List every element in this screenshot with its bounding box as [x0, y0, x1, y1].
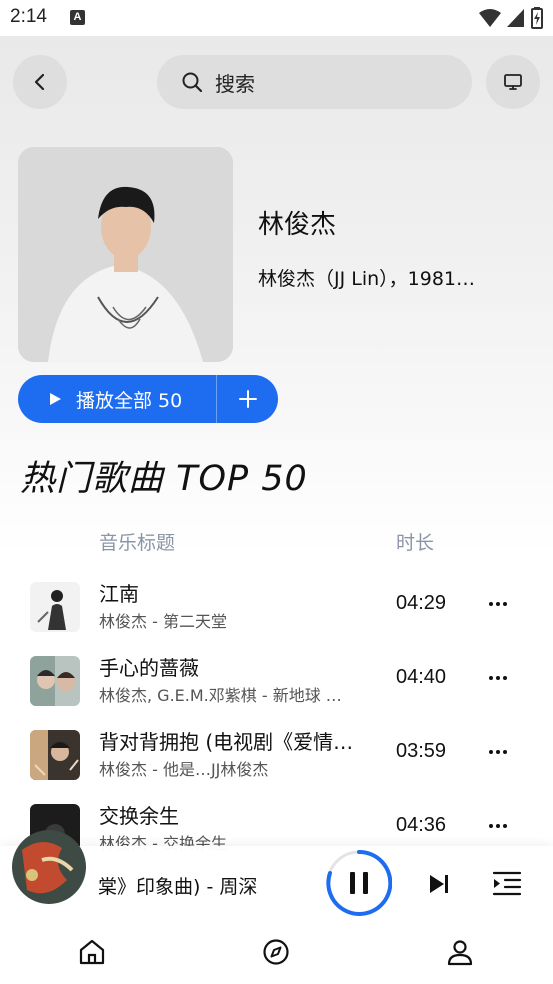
- playlist-icon: [492, 871, 522, 896]
- chevron-left-icon: [34, 73, 45, 91]
- more-icon: [489, 824, 507, 828]
- song-row[interactable]: 江南 林俊杰 - 第二天堂 04:29: [0, 572, 553, 644]
- status-icons: [479, 7, 543, 29]
- search-input[interactable]: 搜索: [157, 55, 472, 109]
- status-time: 2:14: [10, 6, 47, 27]
- song-title: 江南: [99, 582, 139, 606]
- queue-button[interactable]: [492, 869, 522, 899]
- song-title: 交换余生: [99, 804, 179, 828]
- notification-icon: A: [70, 10, 85, 25]
- pause-button[interactable]: [326, 849, 393, 916]
- more-button[interactable]: [484, 738, 512, 766]
- play-icon: [50, 393, 61, 405]
- pause-icon: [326, 849, 393, 916]
- compass-icon: [263, 939, 289, 965]
- song-subtitle: 林俊杰 - 第二天堂: [99, 612, 227, 631]
- more-icon: [489, 602, 507, 606]
- play-all-button[interactable]: 播放全部 50: [18, 375, 216, 423]
- song-duration: 03:59: [396, 740, 447, 762]
- nav-discover[interactable]: [262, 938, 292, 968]
- song-subtitle: 林俊杰 - 他是…JJ林俊杰: [99, 760, 269, 779]
- song-duration: 04:29: [396, 592, 447, 614]
- section-title: 热门歌曲 TOP 50: [20, 459, 308, 499]
- song-cover: [30, 582, 80, 632]
- search-icon: [182, 72, 203, 93]
- song-row[interactable]: 手心的蔷薇 林俊杰, G.E.M.邓紫棋 - 新地球 … 04:40: [0, 646, 553, 718]
- play-all-group: 播放全部 50: [18, 375, 278, 423]
- more-button[interactable]: [484, 590, 512, 618]
- song-duration: 04:36: [396, 814, 447, 836]
- plus-icon: [238, 390, 257, 408]
- now-playing-title: 棠》印象曲) - 周深: [98, 876, 258, 898]
- now-playing-cover[interactable]: [12, 830, 86, 904]
- nav-profile[interactable]: [446, 938, 476, 968]
- song-cover: [30, 730, 80, 780]
- more-button[interactable]: [484, 664, 512, 692]
- more-icon: [489, 750, 507, 754]
- song-title: 背对背拥抱 (电视剧《爱情…: [99, 730, 354, 754]
- play-all-label: 播放全部 50: [76, 389, 183, 412]
- user-icon: [447, 940, 473, 966]
- signal-icon: [507, 9, 524, 27]
- more-icon: [489, 676, 507, 680]
- song-row[interactable]: 背对背拥抱 (电视剧《爱情… 林俊杰 - 他是…JJ林俊杰 03:59: [0, 720, 553, 792]
- artist-photo: [18, 147, 233, 362]
- song-cover: [30, 656, 80, 706]
- column-header-duration: 时长: [396, 532, 435, 554]
- song-title: 手心的蔷薇: [99, 656, 199, 680]
- add-all-button[interactable]: [217, 375, 278, 423]
- cast-button[interactable]: [486, 55, 540, 109]
- search-placeholder: 搜索: [215, 71, 255, 96]
- bottom-nav: [0, 926, 553, 984]
- skip-next-icon: [430, 875, 448, 893]
- back-button[interactable]: [13, 55, 67, 109]
- battery-icon: [531, 7, 543, 29]
- song-duration: 04:40: [396, 666, 447, 688]
- column-header-title: 音乐标题: [99, 532, 176, 554]
- more-button[interactable]: [484, 812, 512, 840]
- wifi-icon: [479, 9, 501, 27]
- monitor-icon: [504, 74, 522, 90]
- next-button[interactable]: [425, 870, 453, 898]
- home-icon: [79, 939, 105, 965]
- artist-name: 林俊杰: [258, 210, 337, 240]
- song-subtitle: 林俊杰, G.E.M.邓紫棋 - 新地球 …: [99, 686, 342, 705]
- nav-home[interactable]: [78, 938, 108, 968]
- artist-description[interactable]: 林俊杰（JJ Lin），1981…: [258, 264, 523, 291]
- status-bar: 2:14 A: [0, 0, 553, 36]
